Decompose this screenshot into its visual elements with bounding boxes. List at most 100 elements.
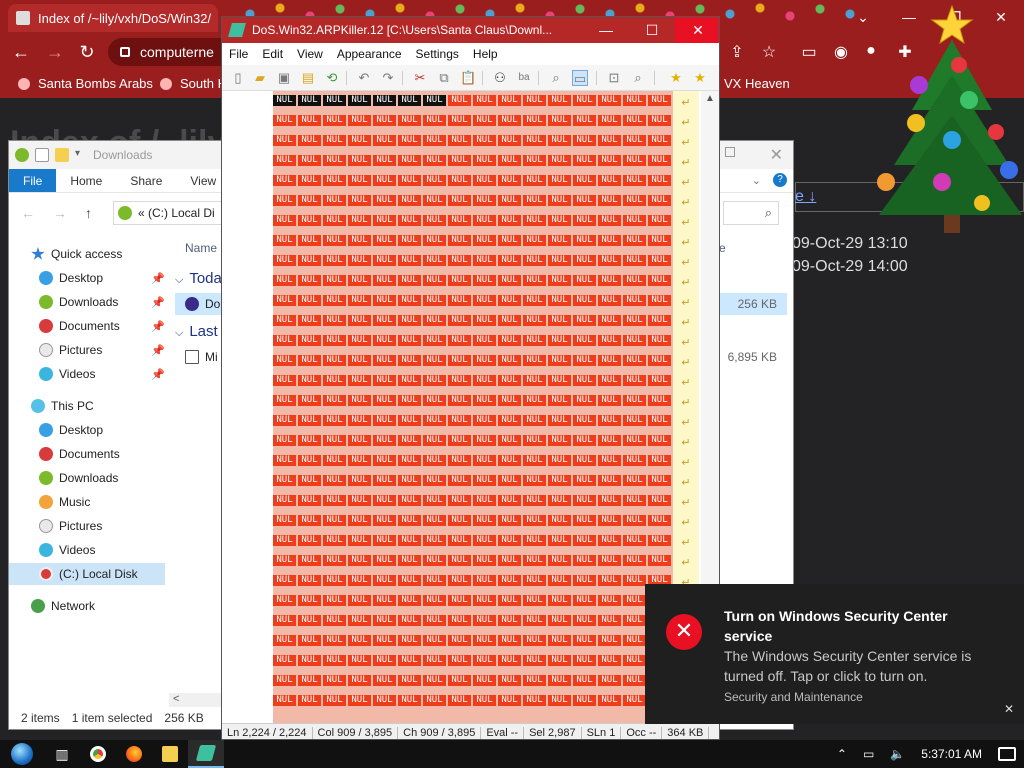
new-file-icon[interactable]: ▯ — [230, 70, 246, 86]
save-all-icon[interactable]: ▤ — [300, 70, 316, 86]
sidebar-item-pc-desktop[interactable]: Desktop — [39, 419, 167, 441]
redo-icon[interactable]: ↷ — [380, 70, 396, 86]
menu-file[interactable]: File — [222, 47, 255, 61]
explorer-back-icon[interactable]: ← — [21, 205, 41, 221]
null-byte-cell: NUL — [348, 95, 371, 106]
explorer-close-button[interactable]: ✕ — [770, 145, 783, 165]
tray-chevron-up-icon[interactable]: ⌃ — [837, 747, 847, 761]
extension-flag-icon[interactable]: ▭ — [798, 42, 820, 62]
taskbar-file-explorer[interactable] — [152, 740, 188, 768]
bookmark-star-icon[interactable]: ☆ — [758, 42, 780, 62]
pin-icon[interactable]: 📌 — [151, 344, 165, 357]
sidebar-item-network[interactable]: Network — [31, 595, 167, 617]
action-center-icon[interactable] — [998, 747, 1016, 761]
sidebar-item-pc-pictures[interactable]: Pictures — [39, 515, 167, 537]
share-icon[interactable]: ⇪ — [726, 42, 748, 62]
group-header-today[interactable]: ⌵ Toda — [175, 270, 222, 287]
find-binoculars-icon[interactable]: ⚇ — [492, 70, 508, 86]
undo-icon[interactable]: ↶ — [356, 70, 372, 86]
network-tray-icon[interactable]: ▭ — [863, 747, 874, 761]
explorer-forward-icon[interactable]: → — [53, 205, 73, 221]
zoom-fit-icon[interactable]: ⊡ — [606, 70, 622, 86]
pin-icon[interactable]: 📌 — [151, 320, 165, 333]
start-button[interactable] — [0, 740, 44, 768]
taskbar-task-view[interactable]: ▥ — [44, 740, 80, 768]
page-sort-link[interactable]: e ↓ — [795, 188, 816, 206]
security-notification-toast[interactable]: ✕ Turn on Windows Security Center servic… — [645, 584, 1024, 724]
sidebar-item-documents[interactable]: Documents 📌 — [39, 315, 167, 337]
cut-icon[interactable]: ✂ — [412, 70, 428, 86]
extension-s-icon[interactable]: ◉ — [830, 42, 852, 62]
sidebar-item-pictures[interactable]: Pictures 📌 — [39, 339, 167, 361]
pin-icon[interactable]: 📌 — [151, 272, 165, 285]
explorer-address-field[interactable]: « (C:) Local Di — [113, 201, 223, 225]
bookmark-item[interactable]: South H — [160, 76, 227, 91]
revert-icon[interactable]: ⟲ — [324, 70, 340, 86]
ribbon-tab-file[interactable]: File — [9, 169, 57, 192]
sidebar-item-pc-videos[interactable]: Videos — [39, 539, 167, 561]
hex-status-bar: Ln 2,224 / 2,224 Col 909 / 3,895 Ch 909 … — [222, 723, 719, 739]
zoom-icon[interactable]: ⌕ — [630, 70, 646, 86]
menu-settings[interactable]: Settings — [409, 47, 466, 61]
menu-help[interactable]: Help — [466, 47, 505, 61]
volume-icon[interactable]: 🔈 — [890, 747, 905, 761]
copy-icon[interactable]: ⧉ — [436, 70, 452, 86]
group-header-last[interactable]: ⌵ Last — [175, 323, 218, 340]
pin-icon[interactable]: 📌 — [151, 296, 165, 309]
favorite-star-icon[interactable]: ★ — [668, 70, 684, 86]
column-header-size[interactable]: e — [719, 241, 726, 255]
sidebar-item-quick-access[interactable]: Quick access — [31, 243, 167, 265]
desktop-icon — [39, 423, 53, 437]
scroll-up-icon[interactable]: ▲ — [705, 93, 715, 104]
replace-icon[interactable]: ba — [516, 70, 532, 86]
properties-icon[interactable] — [35, 148, 49, 162]
help-icon[interactable]: ? — [773, 173, 787, 187]
scroll-left-icon[interactable]: < — [173, 693, 179, 705]
ribbon-expand-chevron-icon[interactable]: ⌄ — [752, 174, 761, 187]
ribbon-tab-share[interactable]: Share — [116, 169, 176, 192]
sidebar-item-pc-documents[interactable]: Documents — [39, 443, 167, 465]
sidebar-item-videos[interactable]: Videos 📌 — [39, 363, 167, 385]
explorer-maximize-button[interactable] — [725, 147, 735, 157]
taskbar-firefox[interactable] — [116, 740, 152, 768]
new-folder-icon[interactable] — [55, 148, 69, 162]
menu-appearance[interactable]: Appearance — [330, 47, 409, 61]
quick-access-chevron-icon[interactable]: ▾ — [75, 148, 83, 162]
explorer-up-icon[interactable]: ↑ — [85, 205, 105, 221]
reload-icon[interactable]: ↻ — [76, 42, 98, 63]
ribbon-tab-home[interactable]: Home — [56, 169, 116, 192]
chrome-tab-active[interactable]: Index of /~lily/vxh/DoS/Win32/ — [8, 4, 218, 32]
toast-dismiss-icon[interactable]: ✕ — [1004, 702, 1014, 716]
menu-edit[interactable]: Edit — [255, 47, 290, 61]
column-header-name[interactable]: Name — [185, 241, 217, 255]
sidebar-item-pc-downloads[interactable]: Downloads — [39, 467, 167, 489]
sidebar-item-downloads[interactable]: Downloads 📌 — [39, 291, 167, 313]
find-in-files-icon[interactable]: ⌕ — [548, 70, 564, 86]
sidebar-item-desktop[interactable]: Desktop 📌 — [39, 267, 167, 289]
taskbar-chrome[interactable] — [80, 740, 116, 768]
explorer-search-input[interactable]: ⌕ — [723, 201, 779, 225]
bookmark-item[interactable]: Santa Bombs Arabs — [18, 76, 153, 91]
hex-maximize-button[interactable]: ☐ — [629, 17, 675, 43]
save-icon[interactable]: ▣ — [276, 70, 292, 86]
sidebar-item-pc-music[interactable]: Music — [39, 491, 167, 513]
add-favorite-star-icon[interactable]: ★ — [692, 70, 708, 86]
menu-view[interactable]: View — [290, 47, 330, 61]
hex-close-button[interactable]: ✕ — [675, 17, 719, 43]
paste-icon[interactable]: 📋 — [460, 70, 476, 86]
pin-icon[interactable]: 📌 — [151, 368, 165, 381]
toolbar-separator — [402, 71, 403, 85]
open-folder-icon[interactable]: ▰ — [252, 70, 268, 86]
clock[interactable]: 5:37:01 AM — [921, 747, 982, 761]
taskbar-hex-editor[interactable] — [188, 740, 224, 768]
bookmark-item[interactable]: VX Heaven — [724, 76, 790, 91]
sidebar-item-this-pc[interactable]: This PC — [31, 395, 167, 417]
word-wrap-toggle-icon[interactable]: ▭ — [572, 70, 588, 86]
hex-editor-text-area[interactable]: NUL NUL NUL NUL NUL NUL NUL NUL NUL NUL NUL NUL NUL N… — [222, 91, 711, 723]
back-arrow-icon[interactable]: ← — [10, 42, 32, 63]
hex-row: NUL NUL NUL NUL NUL NUL NUL NUL NUL NUL NUL NUL NUL N… — [273, 611, 673, 631]
hex-minimize-button[interactable]: — — [583, 17, 629, 43]
sidebar-item-local-disk[interactable]: (C:) Local Disk — [9, 563, 165, 585]
explorer-horizontal-scrollbar[interactable]: < — [169, 693, 229, 707]
forward-arrow-icon[interactable]: → — [44, 42, 66, 63]
